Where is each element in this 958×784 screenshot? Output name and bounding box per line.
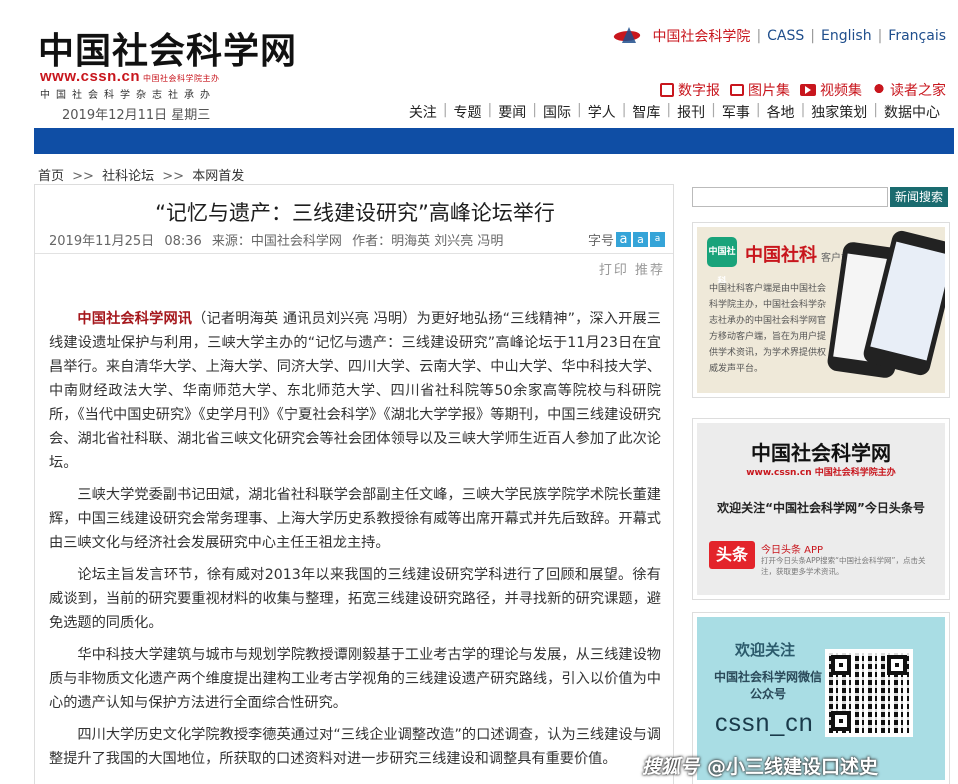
article: “记忆与遗产：三线建设研究”高峰论坛举行 2019年11月25日 08:36 来…	[34, 184, 674, 784]
breadcrumb-first-release[interactable]: 本网首发	[192, 169, 244, 184]
nav-item[interactable]: 数据中心	[878, 102, 946, 122]
wechat-welcome-text: 欢迎关注	[735, 641, 796, 659]
toutiao-promo-url: www.cssn.cn 中国社会科学院主办	[746, 468, 896, 478]
article-paragraph: 四川大学历史文化学院教授李德英通过对“三线企业调整改造”的口述调查，认为三线建设…	[49, 727, 661, 767]
link-video-gallery[interactable]: 视频集	[800, 80, 862, 100]
article-paragraph: 华中科技大学建筑与城市与规划学院教授谭刚毅基于工业考古学的理论与发展，从三线建设…	[49, 647, 661, 711]
nav-item[interactable]: 各地	[761, 102, 801, 122]
nav-item[interactable]: 独家策划	[805, 102, 873, 122]
toutiao-promo-logo: 中国社会科学网	[751, 441, 891, 465]
toutiao-promo-card[interactable]: 中国社会科学网 www.cssn.cn 中国社会科学院主办 欢迎关注“中国社会科…	[692, 418, 950, 600]
article-paragraph: 论坛主旨发言环节，徐有威对2013年以来我国的三线建设研究学科进行了回顾和展望。…	[49, 567, 661, 631]
font-size-large-button[interactable]: a	[616, 232, 631, 247]
font-size-label: 字号	[587, 234, 614, 249]
site-logo-subtitle: 中国社会科学杂志社承办	[40, 90, 216, 101]
video-icon	[800, 84, 816, 96]
nav-item[interactable]: 国际	[537, 102, 577, 122]
breadcrumb-home[interactable]: 首页	[38, 169, 64, 184]
article-time: 08:36	[164, 234, 202, 249]
font-size-small-button[interactable]: a	[650, 232, 665, 247]
print-link[interactable]: 打印	[599, 263, 629, 278]
watermark-text: @小三线建设口述史	[707, 756, 879, 778]
article-paragraph: 中国社会科学网讯（记者明海英 通讯员刘兴亮 冯明）为更好地弘扬“三线精神”，深入…	[49, 311, 661, 471]
site-logo[interactable]: 中国社会科学网	[38, 22, 297, 74]
article-body: 中国社会科学网讯（记者明海英 通讯员刘兴亮 冯明）为更好地弘扬“三线精神”，深入…	[49, 307, 661, 779]
main-nav: 关注 | 专题 | 要闻 | 国际 | 学人 | 智库 | 报刊 | 军事 | 各地 | 独家策划…	[403, 102, 946, 122]
recommend-link[interactable]: 推荐	[635, 263, 665, 278]
image-icon	[730, 84, 744, 96]
link-digital-paper[interactable]: 数字报	[660, 80, 720, 100]
divider	[35, 253, 673, 254]
toutiao-follow-text: 欢迎关注“中国社会科学网”今日头条号	[717, 501, 925, 515]
article-source: 来源：中国社会科学网	[211, 234, 342, 249]
app-promo-title: 中国社科 客户端	[745, 245, 851, 266]
wechat-handle: cssn_cn	[715, 709, 814, 737]
current-date: 2019年12月11日 星期三	[62, 108, 211, 123]
article-paragraph: 三峡大学党委副书记田斌，湖北省社科联学会部副主任文峰，三峡大学民族学院学术院长董…	[49, 487, 661, 551]
breadcrumb-separator: >>	[162, 169, 185, 184]
font-size-medium-button[interactable]: a	[633, 232, 648, 247]
top-links: 中国社会科学院 | CASS | English | Français	[614, 26, 946, 46]
site-logo-url: www.cssn.cn 中国社会科学院主办	[40, 68, 220, 85]
article-title: “记忆与遗产：三线建设研究”高峰论坛举行	[155, 201, 555, 225]
link-readers-home[interactable]: 读者之家	[872, 80, 946, 100]
app-promo-card[interactable]: 中国社科 中国社科 客户端 中国社科客户端是由中国社会科学院主办，中国社会科学杂志…	[692, 222, 950, 398]
breadcrumb-forum[interactable]: 社科论坛	[102, 169, 154, 184]
news-search-input[interactable]	[692, 187, 888, 207]
nav-item[interactable]: 军事	[716, 102, 756, 122]
nav-item[interactable]: 要闻	[492, 102, 532, 122]
newspaper-icon	[660, 83, 674, 97]
nav-item[interactable]: 报刊	[671, 102, 711, 122]
header-blue-bar	[34, 128, 954, 154]
link-cass-cn[interactable]: 中国社会科学院	[652, 26, 750, 46]
cass-logo-icon	[614, 27, 642, 45]
article-lead-source: 中国社会科学网讯	[77, 311, 193, 327]
breadcrumb-separator: >>	[72, 169, 94, 184]
nav-item[interactable]: 智库	[626, 102, 666, 122]
article-author: 作者：明海英 刘兴亮 冯明	[352, 234, 504, 249]
link-english[interactable]: English	[821, 28, 872, 44]
site-header: 中国社会科学网 www.cssn.cn 中国社会科学院主办 中国社会科学杂志社承办…	[0, 0, 958, 128]
reader-icon	[872, 83, 886, 97]
nav-item[interactable]: 关注	[403, 102, 443, 122]
link-francais[interactable]: Français	[888, 28, 946, 44]
toutiao-logo-icon: 头条	[709, 541, 755, 569]
nav-item[interactable]: 学人	[582, 102, 622, 122]
toutiao-app-description: 打开今日头条APP搜索“中国社会科学网”，点击关注，获取更多学术资讯。	[761, 556, 926, 576]
link-photo-gallery[interactable]: 图片集	[730, 80, 790, 100]
article-date: 2019年11月25日	[49, 234, 155, 249]
article-meta: 2019年11月25日 08:36 来源：中国社会科学网 作者：明海英 刘兴亮 …	[49, 230, 509, 249]
qr-code-icon	[825, 649, 913, 737]
font-size-control: 字号 a a a	[588, 230, 665, 249]
app-icon: 中国社科	[707, 237, 737, 287]
app-promo-description: 中国社科客户端是由中国社会科学院主办，中国社会科学杂志社承办的中国社会科学网官方…	[709, 284, 827, 374]
news-search-button[interactable]: 新闻搜索	[890, 187, 948, 207]
article-tools: 打印 推荐	[599, 259, 665, 278]
toutiao-app-label: 今日头条 APP	[761, 545, 824, 556]
nav-item[interactable]: 专题	[448, 102, 488, 122]
wechat-account-name: 中国社会科学网微信公众号	[713, 670, 822, 701]
breadcrumb: 首页 >> 社科论坛 >> 本网首发	[38, 165, 244, 184]
icon-links: 数字报 图片集 视频集 读者之家	[650, 80, 946, 100]
link-cass[interactable]: CASS	[767, 28, 804, 44]
watermark-brand: 搜狐号	[642, 756, 700, 778]
watermark: 搜狐号 @小三线建设口述史	[642, 752, 878, 779]
